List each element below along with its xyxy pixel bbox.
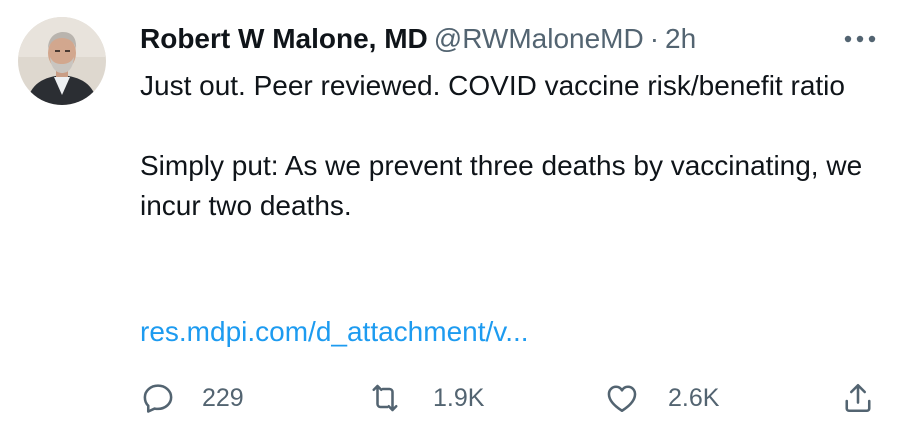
retweet-button[interactable]: 1.9K: [367, 376, 484, 420]
avatar[interactable]: [18, 17, 106, 105]
more-horizontal-icon: [844, 35, 876, 43]
share-button[interactable]: [840, 376, 876, 420]
tweet-text-line-2: Simply put: As we prevent three deaths b…: [140, 150, 863, 221]
reply-icon: [143, 384, 173, 413]
retweet-icon: [372, 384, 398, 412]
tweet-timestamp[interactable]: 2h: [665, 23, 696, 54]
heart-icon: [607, 385, 637, 413]
tweet-text: Just out. Peer reviewed. COVID vaccine r…: [140, 66, 880, 226]
retweet-count: 1.9K: [433, 384, 485, 412]
author-handle[interactable]: @RWMaloneMD: [434, 23, 644, 54]
header-separator: ·: [649, 23, 660, 54]
tweet-header: Robert W Malone, MD @RWMaloneMD · 2h: [140, 19, 820, 59]
more-options-button[interactable]: [836, 24, 884, 54]
reply-count: 229: [202, 384, 244, 412]
tweet-text-line-1: Just out. Peer reviewed. COVID vaccine r…: [140, 70, 845, 101]
tweet-actions: 229 1.9K 2.6K: [0, 376, 902, 420]
like-button[interactable]: 2.6K: [604, 376, 719, 420]
profile-photo-icon: [18, 17, 106, 105]
reply-button[interactable]: 229: [140, 376, 244, 420]
like-count: 2.6K: [668, 384, 720, 412]
tweet-link[interactable]: res.mdpi.com/d_attachment/v...: [140, 312, 529, 352]
tweet-card: Robert W Malone, MD @RWMaloneMD · 2h Just o…: [0, 0, 902, 431]
author-display-name[interactable]: Robert W Malone, MD: [140, 23, 428, 54]
share-icon: [845, 383, 871, 413]
